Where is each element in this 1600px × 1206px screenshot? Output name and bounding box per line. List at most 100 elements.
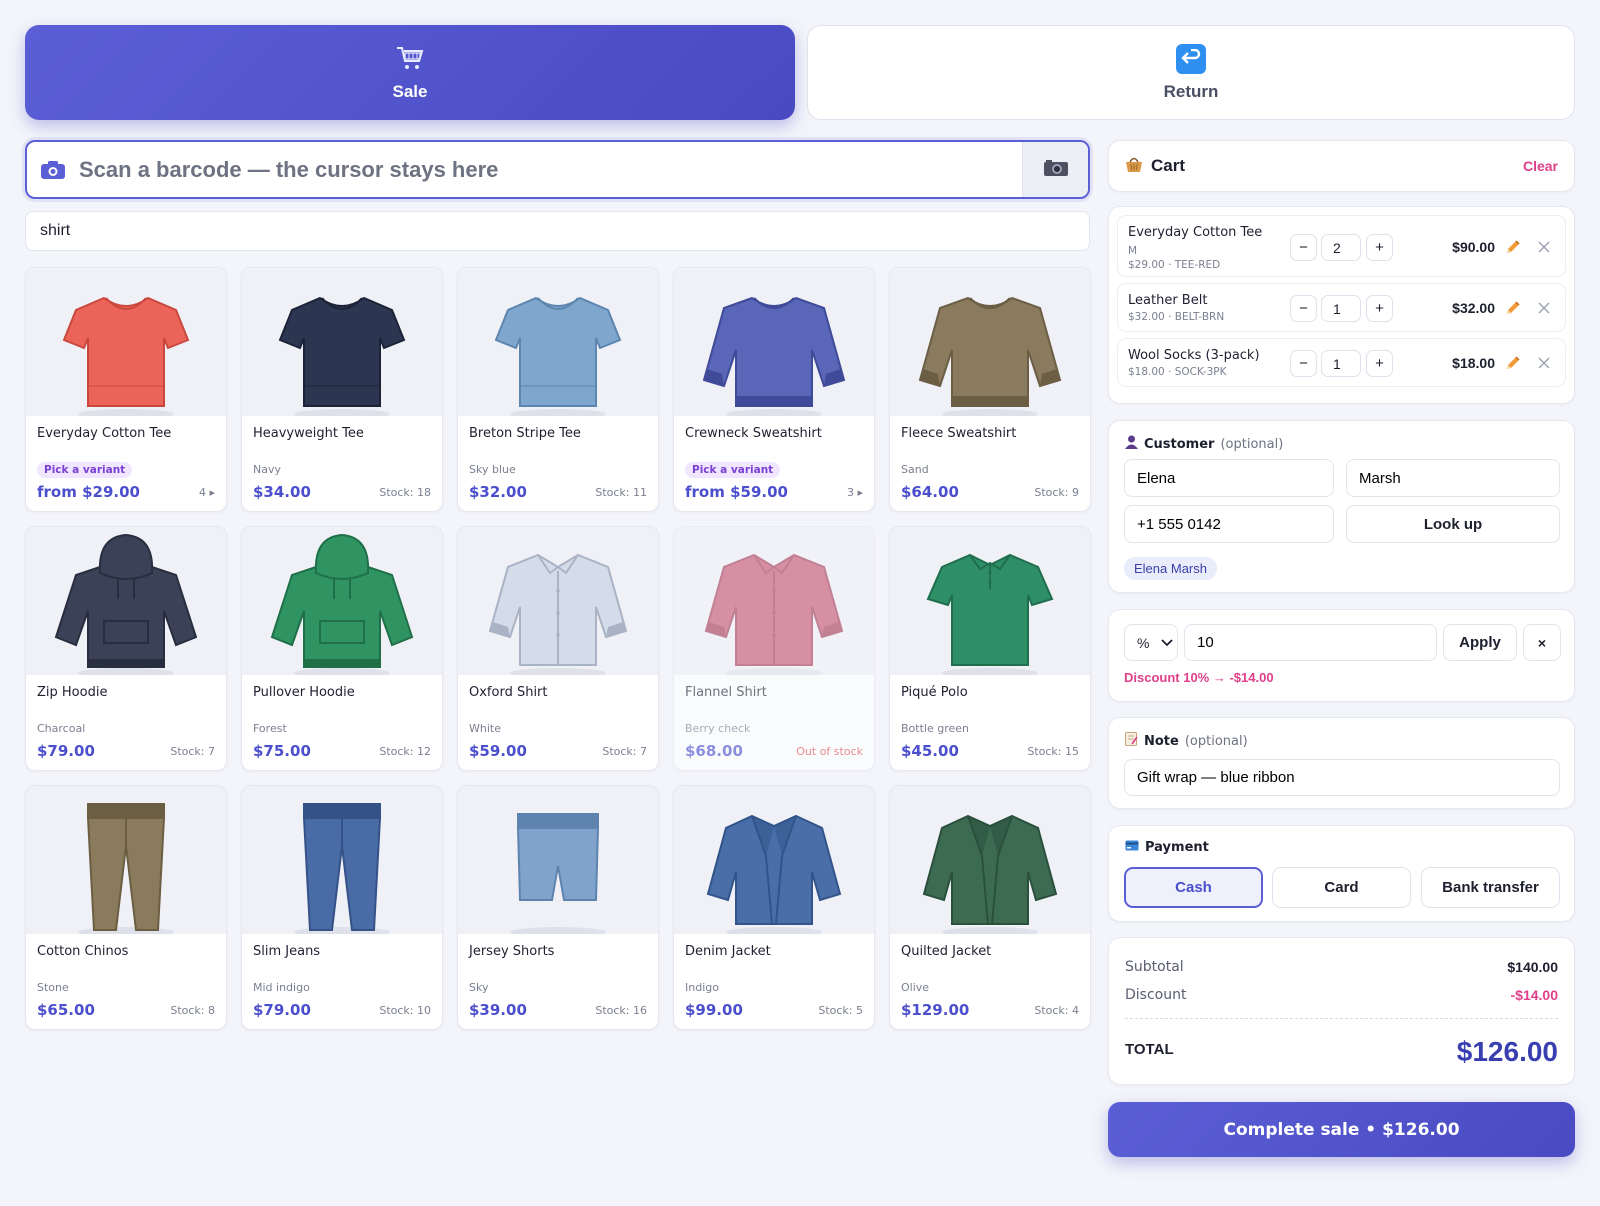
pay-cash-button[interactable]: Cash bbox=[1124, 867, 1263, 908]
product-card[interactable]: Jersey Shorts Sky $39.00 Stock: 16 bbox=[457, 785, 659, 1030]
customer-title: Customer (optional) bbox=[1125, 435, 1558, 453]
remove-line-icon[interactable] bbox=[1535, 299, 1553, 317]
product-card-body: Oxford Shirt White $59.00 Stock: 7 bbox=[458, 675, 658, 770]
product-card[interactable]: Breton Stripe Tee Sky blue $32.00 Stock: 11 bbox=[457, 267, 659, 512]
qty-input[interactable]: 1 bbox=[1321, 350, 1361, 377]
product-card[interactable]: Heavyweight Tee Navy $34.00 Stock: 18 bbox=[241, 267, 443, 512]
product-card[interactable]: Denim Jacket Indigo $99.00 Stock: 5 bbox=[673, 785, 875, 1030]
product-image bbox=[242, 786, 442, 934]
product-card[interactable]: Piqué Polo Bottle green $45.00 Stock: 15 bbox=[889, 526, 1091, 771]
product-price: $75.00 bbox=[253, 742, 311, 760]
last-name-field[interactable] bbox=[1346, 459, 1560, 497]
remove-line-icon[interactable] bbox=[1535, 354, 1553, 372]
qty-decrease-button[interactable]: − bbox=[1290, 350, 1317, 377]
pay-card-button[interactable]: Card bbox=[1272, 867, 1411, 908]
qty-increase-button[interactable]: + bbox=[1366, 234, 1393, 261]
cart-line-name: Leather Belt bbox=[1128, 293, 1208, 308]
product-card[interactable]: Cotton Chinos Stone $65.00 Stock: 8 bbox=[25, 785, 227, 1030]
product-card-body: Breton Stripe Tee Sky blue $32.00 Stock: 11 bbox=[458, 416, 658, 511]
pay-bank-transfer-button[interactable]: Bank transfer bbox=[1421, 867, 1560, 908]
customer-chip[interactable]: Elena Marsh bbox=[1124, 557, 1217, 580]
product-stock: Stock: 12 bbox=[379, 745, 431, 758]
product-name: Zip Hoodie bbox=[37, 685, 108, 700]
note-field[interactable] bbox=[1124, 759, 1560, 796]
product-variant: Navy bbox=[253, 463, 281, 476]
product-card-body: Fleece Sweatshirt Sand $64.00 Stock: 9 bbox=[890, 416, 1090, 511]
credit-card-icon bbox=[1125, 840, 1139, 855]
product-stock: Stock: 10 bbox=[379, 1004, 431, 1017]
total-label: TOTAL bbox=[1125, 1041, 1174, 1058]
product-card[interactable]: Quilted Jacket Olive $129.00 Stock: 4 bbox=[889, 785, 1091, 1030]
product-name: Heavyweight Tee bbox=[253, 426, 364, 441]
pick-variant-badge: Pick a variant bbox=[37, 462, 133, 478]
product-card-body: Flannel Shirt Berry check $68.00 Out of sto… bbox=[674, 675, 874, 770]
remove-line-icon[interactable] bbox=[1535, 238, 1553, 256]
product-variant: Olive bbox=[901, 981, 930, 994]
cart-line-total: $18.00 bbox=[1452, 355, 1495, 371]
qty-input[interactable]: 1 bbox=[1321, 295, 1361, 322]
product-card[interactable]: Oxford Shirt White $59.00 Stock: 7 bbox=[457, 526, 659, 771]
product-image bbox=[458, 268, 658, 416]
product-price: $45.00 bbox=[901, 742, 959, 760]
product-image bbox=[890, 268, 1090, 416]
product-variant: Berry check bbox=[685, 722, 751, 735]
discount-value: -$14.00 bbox=[1510, 987, 1558, 1003]
product-card[interactable]: Pullover Hoodie Forest $75.00 Stock: 12 bbox=[241, 526, 443, 771]
product-search-input[interactable] bbox=[25, 211, 1090, 251]
edit-pencil-icon[interactable] bbox=[1504, 238, 1522, 256]
cart-title: Cart bbox=[1151, 156, 1186, 175]
product-price: $39.00 bbox=[469, 1001, 527, 1019]
product-card[interactable]: Crewneck Sweatshirt Pick a variant from $5… bbox=[673, 267, 875, 512]
qty-decrease-button[interactable]: − bbox=[1290, 234, 1317, 261]
product-name: Breton Stripe Tee bbox=[469, 426, 581, 441]
edit-pencil-icon[interactable] bbox=[1504, 299, 1522, 317]
note-panel: Note (optional) bbox=[1108, 717, 1575, 809]
clear-cart-button[interactable]: Clear bbox=[1523, 158, 1558, 174]
cart-header: Cart Clear bbox=[1108, 140, 1575, 192]
product-card[interactable]: Fleece Sweatshirt Sand $64.00 Stock: 9 bbox=[889, 267, 1091, 512]
discount-value-field[interactable] bbox=[1184, 624, 1437, 661]
product-card-body: Heavyweight Tee Navy $34.00 Stock: 18 bbox=[242, 416, 442, 511]
qty-input[interactable]: 2 bbox=[1321, 234, 1361, 261]
product-image bbox=[26, 786, 226, 934]
product-grid: Everyday Cotton Tee Pick a variant from $2… bbox=[25, 267, 1091, 1030]
camera-scan-button[interactable] bbox=[1022, 142, 1088, 197]
first-name-field[interactable] bbox=[1124, 459, 1334, 497]
product-name: Pullover Hoodie bbox=[253, 685, 355, 700]
product-name: Jersey Shorts bbox=[469, 944, 555, 959]
product-variant: White bbox=[469, 722, 501, 735]
edit-pencil-icon[interactable] bbox=[1504, 354, 1522, 372]
qty-decrease-button[interactable]: − bbox=[1290, 295, 1317, 322]
product-variant: Sky bbox=[469, 981, 489, 994]
chevron-down-icon bbox=[1161, 638, 1174, 647]
tab-sale[interactable]: Sale bbox=[25, 25, 795, 120]
product-card-body: Quilted Jacket Olive $129.00 Stock: 4 bbox=[890, 934, 1090, 1029]
payment-title-label: Payment bbox=[1145, 840, 1209, 855]
product-stock: Stock: 9 bbox=[1034, 486, 1079, 499]
complete-sale-button[interactable]: Complete sale • $126.00 bbox=[1108, 1102, 1575, 1157]
product-variant: Mid indigo bbox=[253, 981, 310, 994]
product-variant: Sand bbox=[901, 463, 929, 476]
lookup-button[interactable]: Look up bbox=[1346, 505, 1560, 543]
subtotal-row: Subtotal $140.00 bbox=[1125, 959, 1558, 975]
product-image bbox=[674, 786, 874, 934]
qty-increase-button[interactable]: + bbox=[1366, 295, 1393, 322]
product-card-body: Pullover Hoodie Forest $75.00 Stock: 12 bbox=[242, 675, 442, 770]
discount-type-value: % bbox=[1137, 634, 1150, 651]
qty-increase-button[interactable]: + bbox=[1366, 350, 1393, 377]
phone-field[interactable] bbox=[1124, 505, 1334, 543]
cart-line: Leather Belt $32.00 · BELT-BRN −1 + $32.00 bbox=[1117, 283, 1566, 332]
product-stock: Stock: 18 bbox=[379, 486, 431, 499]
product-name: Oxford Shirt bbox=[469, 685, 548, 700]
apply-discount-button[interactable]: Apply bbox=[1443, 624, 1517, 661]
product-card[interactable]: Slim Jeans Mid indigo $79.00 Stock: 10 bbox=[241, 785, 443, 1030]
product-card[interactable]: Everyday Cotton Tee Pick a variant from $2… bbox=[25, 267, 227, 512]
discount-type-select[interactable]: % bbox=[1124, 624, 1178, 661]
product-card[interactable]: Zip Hoodie Charcoal $79.00 Stock: 7 bbox=[25, 526, 227, 771]
product-card: Flannel Shirt Berry check $68.00 Out of sto… bbox=[673, 526, 875, 771]
tab-return[interactable]: Return bbox=[807, 25, 1575, 120]
product-stock: Stock: 5 bbox=[818, 1004, 863, 1017]
pick-variant-badge: Pick a variant bbox=[685, 462, 781, 478]
remove-discount-button[interactable]: × bbox=[1523, 624, 1561, 661]
barcode-input[interactable] bbox=[79, 142, 1022, 197]
